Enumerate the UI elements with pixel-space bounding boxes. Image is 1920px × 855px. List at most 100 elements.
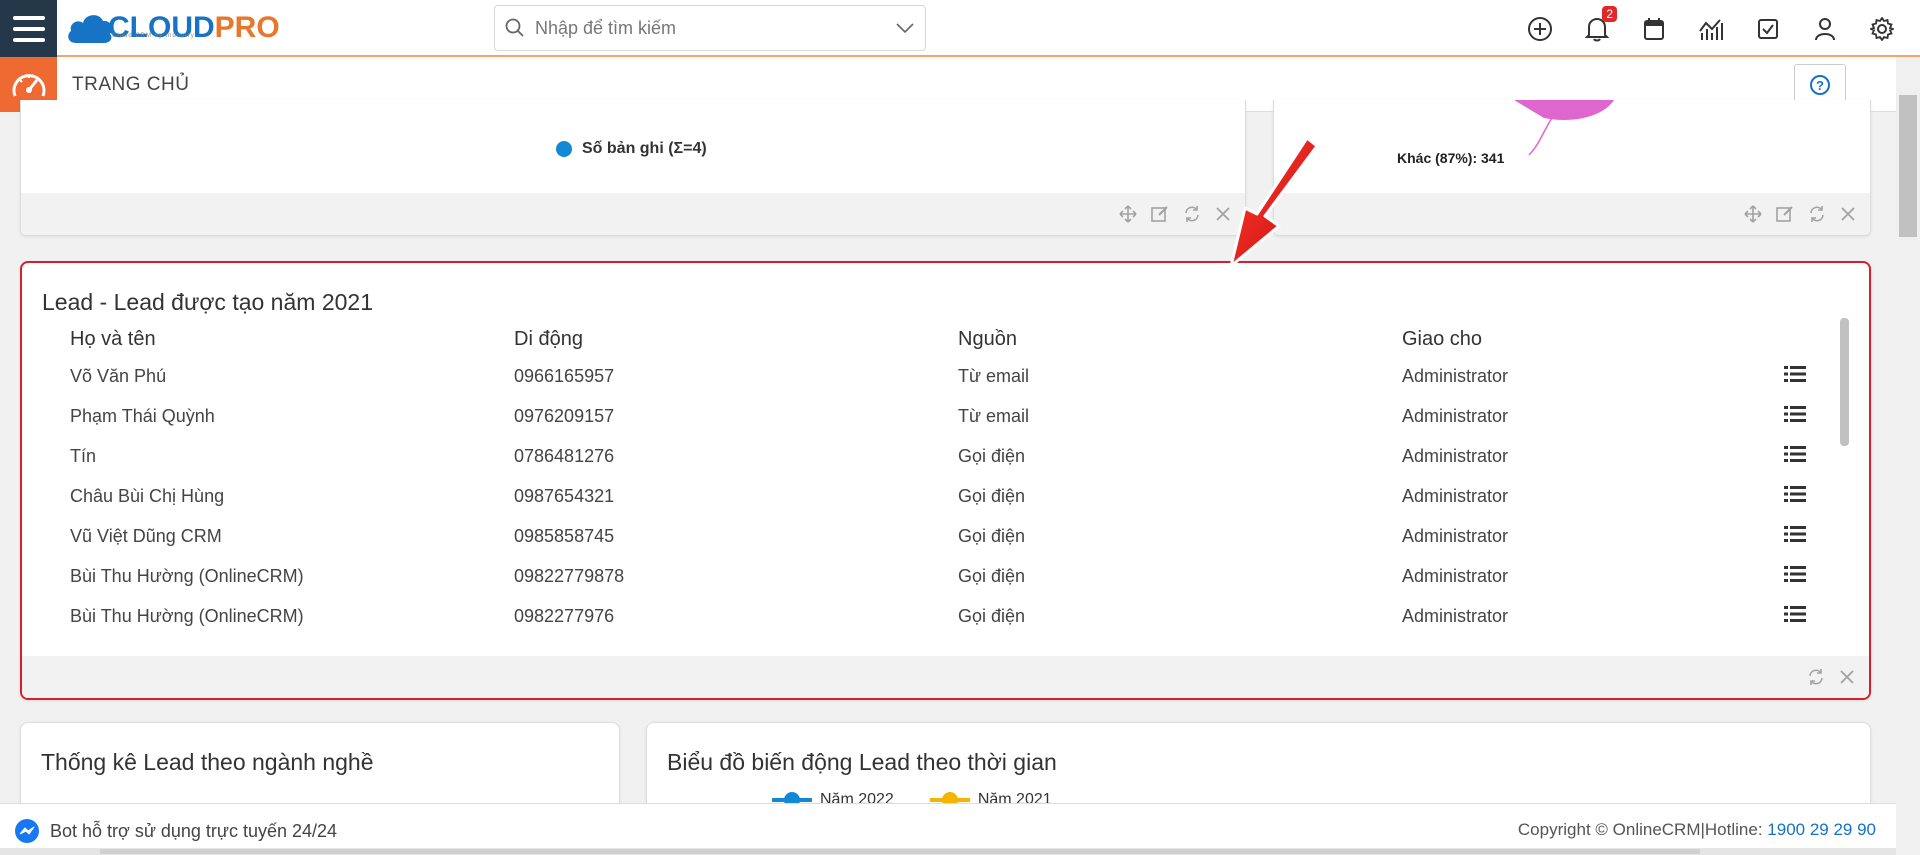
- refresh-icon[interactable]: [1183, 205, 1201, 223]
- column-header-mobile[interactable]: Di động: [514, 328, 583, 351]
- move-icon[interactable]: [1744, 205, 1762, 223]
- widget-footer: [22, 656, 1869, 698]
- move-icon[interactable]: [1119, 205, 1137, 223]
- calendar-icon[interactable]: [1639, 14, 1668, 43]
- logo[interactable]: CLOUDPRO: [66, 6, 280, 50]
- list-detail-icon[interactable]: [1784, 485, 1806, 508]
- list-detail-icon[interactable]: [1784, 365, 1806, 388]
- widget-top-left: Số bản ghi (Σ=4): [20, 100, 1246, 236]
- lead-source: Gọi điện: [958, 486, 1026, 506]
- lead-mobile: 0976209157: [514, 406, 615, 426]
- lead-mobile: 0786481276: [514, 446, 615, 466]
- widget-top-right: Khác (87%): 341: [1273, 100, 1871, 236]
- table-row[interactable]: Võ Văn Phú 0966165957 Từ email Administr…: [70, 356, 1838, 396]
- lead-name[interactable]: Võ Văn Phú: [70, 366, 166, 387]
- lead-source: Gọi điện: [958, 566, 1026, 586]
- plus-circle-icon[interactable]: [1525, 14, 1554, 43]
- gear-icon[interactable]: [1867, 14, 1896, 43]
- edit-icon[interactable]: [1776, 205, 1794, 223]
- search-box[interactable]: [494, 5, 926, 51]
- column-header-assigned[interactable]: Giao cho: [1402, 328, 1482, 351]
- menu-icon[interactable]: [0, 0, 57, 57]
- widget-title: Thống kê Lead theo ngành nghề: [41, 749, 374, 775]
- copyright-text: Copyright © OnlineCRM|Hotline:: [1517, 820, 1768, 839]
- table-row[interactable]: Phạm Thái Quỳnh 0976209157 Từ email Admi…: [70, 396, 1838, 436]
- table-row[interactable]: Vũ Việt Dũng CRM 0985858745 Gọi điện Adm…: [70, 516, 1838, 556]
- copyright: Copyright © OnlineCRM|Hotline: 1900 29 2…: [1518, 820, 1876, 840]
- pie-slice: [1514, 100, 1614, 156]
- logo-tagline: Cloud CRM by industry: [112, 33, 195, 39]
- widget-title: Biểu đồ biến động Lead theo thời gian: [667, 749, 1057, 775]
- refresh-icon[interactable]: [1808, 205, 1826, 223]
- list-detail-icon[interactable]: [1784, 565, 1806, 588]
- column-header-source[interactable]: Nguồn: [958, 328, 1017, 351]
- legend-marker: [556, 141, 572, 157]
- cloud-logo-icon: [68, 15, 112, 43]
- horizontal-scrollbar[interactable]: [0, 848, 1896, 855]
- lead-name[interactable]: Tín: [70, 446, 96, 467]
- bot-text: Bot hỗ trợ sử dụng trực tuyến 24/24: [50, 820, 338, 841]
- svg-text:?: ?: [1816, 78, 1824, 93]
- table-row[interactable]: Châu Bùi Chị Hùng 0987654321 Gọi điện Ad…: [70, 476, 1838, 516]
- list-detail-icon[interactable]: [1784, 405, 1806, 428]
- top-actions: 2: [1525, 0, 1896, 57]
- widget-footer: [1274, 193, 1870, 235]
- checkbox-icon[interactable]: [1753, 14, 1782, 43]
- lead-name[interactable]: Phạm Thái Quỳnh: [70, 406, 215, 427]
- lead-assigned: Administrator: [1402, 526, 1509, 546]
- refresh-icon[interactable]: [1807, 668, 1825, 686]
- column-header-name[interactable]: Họ và tên: [70, 328, 156, 351]
- chevron-down-icon[interactable]: [885, 23, 925, 33]
- lead-name[interactable]: Vũ Việt Dũng CRM: [70, 526, 222, 547]
- lead-source: Gọi điện: [958, 526, 1026, 546]
- lead-name[interactable]: Bùi Thu Hường (OnlineCRM): [70, 566, 304, 587]
- annotation-arrow: [1229, 136, 1319, 268]
- search-icon: [495, 18, 535, 38]
- lead-source: Từ email: [958, 366, 1030, 386]
- scrollbar-thumb[interactable]: [1899, 95, 1917, 237]
- bell-icon[interactable]: 2: [1582, 6, 1617, 43]
- list-detail-icon[interactable]: [1784, 445, 1806, 468]
- top-bar: CLOUDPRO Cloud CRM by industry 2: [0, 0, 1920, 57]
- legend-marker: [772, 792, 812, 808]
- legend-label: Số bản ghi (Σ=4): [582, 140, 707, 157]
- user-icon[interactable]: [1810, 14, 1839, 43]
- chat-bot-link[interactable]: Bot hỗ trợ sử dụng trực tuyến 24/24: [14, 818, 337, 844]
- logo-text: CLOUDPRO: [108, 11, 280, 44]
- lead-mobile: 0982277976: [514, 606, 615, 626]
- lead-assigned: Administrator: [1402, 366, 1509, 386]
- table-row[interactable]: Bùi Thu Hường (OnlineCRM) 09822779878 Gọ…: [70, 556, 1838, 596]
- list-detail-icon[interactable]: [1784, 605, 1806, 628]
- list-detail-icon[interactable]: [1784, 525, 1806, 548]
- scrollbar-thumb[interactable]: [100, 849, 1700, 854]
- lead-mobile: 0987654321: [514, 486, 615, 506]
- lead-mobile: 0985858745: [514, 526, 615, 546]
- question-icon: ?: [1810, 75, 1830, 95]
- chart-legend: Số bản ghi (Σ=4): [556, 140, 707, 158]
- notification-badge: 2: [1602, 6, 1617, 22]
- lead-table: Họ và tên Di động Nguồn Giao cho Võ Văn …: [70, 318, 1838, 636]
- lead-assigned: Administrator: [1402, 486, 1509, 506]
- close-icon[interactable]: [1840, 206, 1856, 222]
- hotline-link[interactable]: 1900 29 29 90: [1767, 820, 1876, 839]
- lead-mobile: 0966165957: [514, 366, 615, 386]
- widget-title: Lead - Lead được tạo năm 2021: [42, 289, 373, 315]
- pie-slice-label: Khác (87%): 341: [1397, 150, 1505, 166]
- lead-source: Gọi điện: [958, 606, 1026, 626]
- close-icon[interactable]: [1839, 669, 1855, 685]
- lead-name[interactable]: Châu Bùi Chị Hùng: [70, 486, 224, 507]
- messenger-icon: [15, 819, 39, 843]
- table-row[interactable]: Bùi Thu Hường (OnlineCRM) 0982277976 Gọi…: [70, 596, 1838, 636]
- table-scrollbar[interactable]: [1840, 318, 1849, 446]
- lead-source: Từ email: [958, 406, 1030, 426]
- lead-assigned: Administrator: [1402, 606, 1509, 626]
- vertical-scrollbar[interactable]: [1896, 57, 1920, 855]
- chart-icon[interactable]: [1696, 14, 1725, 43]
- lead-mobile: 09822779878: [514, 566, 625, 586]
- lead-assigned: Administrator: [1402, 446, 1509, 466]
- search-input[interactable]: [535, 17, 885, 39]
- table-row[interactable]: Tín 0786481276 Gọi điện Administrator: [70, 436, 1838, 476]
- edit-icon[interactable]: [1151, 205, 1169, 223]
- page-title: TRANG CHỦ: [72, 74, 190, 95]
- lead-name[interactable]: Bùi Thu Hường (OnlineCRM): [70, 606, 304, 627]
